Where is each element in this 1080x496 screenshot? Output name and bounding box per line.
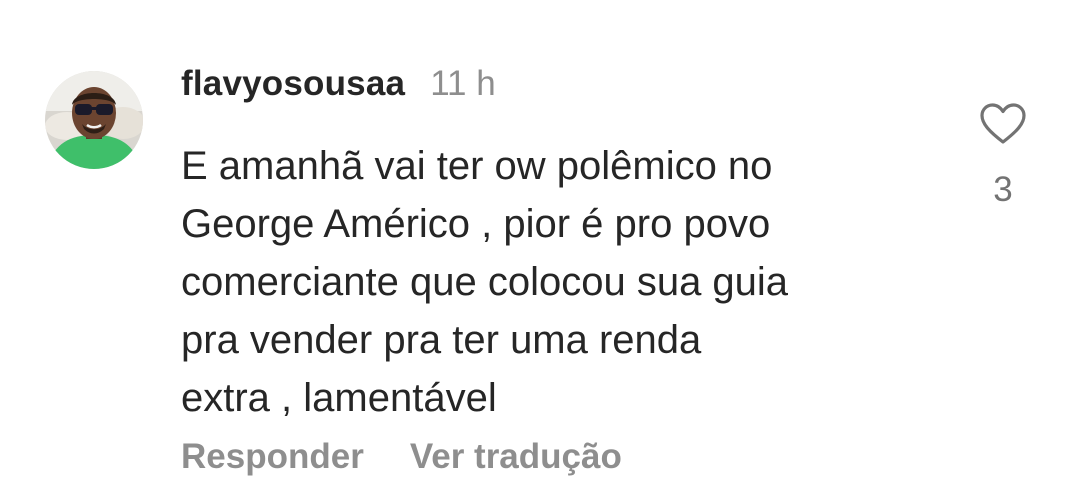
- username[interactable]: flavyosousaa: [181, 64, 405, 104]
- comment-item: flavyosousaa 11 h E amanhã vai ter ow po…: [0, 0, 1080, 496]
- comment-body: flavyosousaa 11 h E amanhã vai ter ow po…: [181, 64, 941, 427]
- comment-text-line: George Américo , pior é pro povo: [181, 202, 771, 246]
- avatar[interactable]: [45, 71, 143, 169]
- comment-actions: Responder Ver tradução: [181, 437, 622, 477]
- comment-text-line: extra , lamentável: [181, 376, 497, 420]
- comment-text-line: E amanhã vai ter ow polêmico no: [181, 144, 773, 188]
- heart-icon[interactable]: [979, 102, 1027, 146]
- translate-button[interactable]: Ver tradução: [410, 437, 622, 477]
- reply-button[interactable]: Responder: [181, 437, 364, 477]
- comment-text: E amanhã vai ter ow polêmico no George A…: [181, 137, 941, 427]
- like-count: 3: [993, 170, 1013, 209]
- comment-meta: flavyosousaa 11 h: [181, 64, 941, 120]
- avatar-icon: [45, 71, 143, 169]
- comment-text-line: comerciante que colocou sua guia: [181, 260, 789, 304]
- like-control: 3: [978, 102, 1028, 210]
- timestamp: 11 h: [430, 64, 496, 103]
- comment-text-line: pra vender pra ter uma renda: [181, 318, 702, 362]
